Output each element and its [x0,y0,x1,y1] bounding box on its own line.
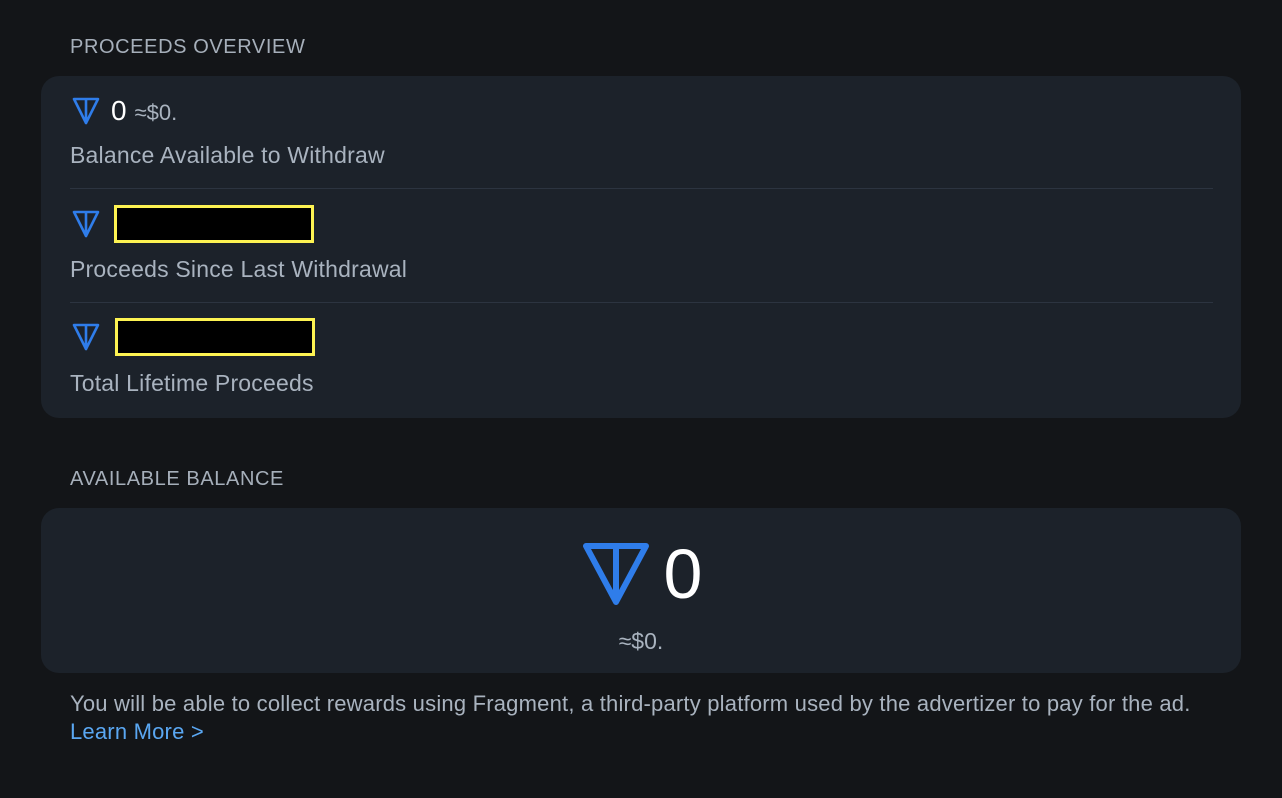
total-lifetime-proceeds-label: Total Lifetime Proceeds [70,370,314,396]
redacted-amount [115,318,315,356]
total-lifetime-proceeds-row: Total Lifetime Proceeds [70,318,1213,399]
available-balance-value: 0 [41,538,1241,610]
footnote-text: You will be able to collect rewards usin… [70,691,1191,716]
rewards-footnote: You will be able to collect rewards usin… [70,690,1240,746]
ton-icon [582,543,649,605]
divider [70,302,1213,303]
balance-available-label: Balance Available to Withdraw [70,142,385,168]
ton-icon [72,97,100,125]
available-balance-approx: ≈$0. [618,628,664,654]
balance-available-approx: ≈$0. [134,100,178,125]
available-balance-amount: 0 [663,535,703,613]
balance-available-amount: 0 [111,95,127,126]
page: PROCEEDS OVERVIEW 0 ≈$0. Balance Availab… [0,0,1282,798]
balance-available-value: 0 ≈$0. [70,94,177,128]
learn-more-link[interactable]: Learn More > [70,719,204,744]
total-lifetime-proceeds-value [70,318,315,356]
redacted-amount [114,205,314,243]
available-balance-header: AVAILABLE BALANCE [70,468,284,490]
proceeds-since-withdrawal-value [70,205,314,243]
proceeds-since-withdrawal-label: Proceeds Since Last Withdrawal [70,256,408,282]
ton-icon [72,323,100,351]
available-balance-card: 0 ≈$0. [41,508,1241,673]
ton-icon [72,210,100,238]
balance-available-row: 0 ≈$0. Balance Available to Withdraw [70,94,1213,174]
divider [70,188,1213,189]
proceeds-since-withdrawal-row: Proceeds Since Last Withdrawal [70,205,1213,286]
proceeds-overview-card: 0 ≈$0. Balance Available to Withdraw Pro… [41,76,1241,418]
proceeds-overview-header: PROCEEDS OVERVIEW [70,36,306,58]
